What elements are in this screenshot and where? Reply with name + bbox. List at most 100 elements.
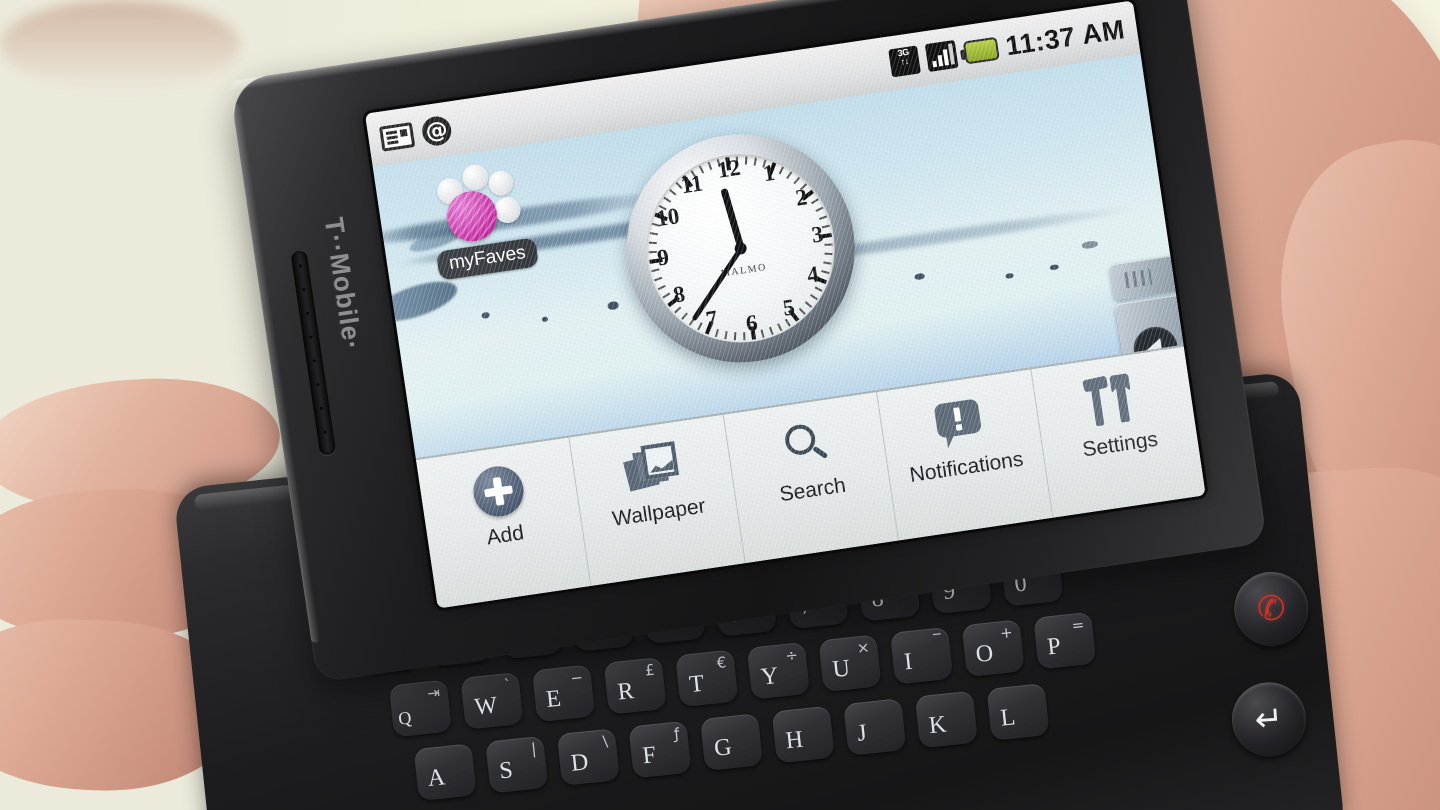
battery-full-icon: [962, 36, 1000, 64]
analog-clock-widget[interactable]: MALMO 1 2 3 4 5 6 7 8 9 10 11 12: [611, 118, 871, 378]
clock-numeral-9: 9: [655, 244, 671, 271]
key-O[interactable]: O +: [961, 619, 1025, 678]
clock-numeral-1: 1: [761, 160, 777, 187]
grip-lines-icon: [1124, 268, 1153, 289]
clock-numeral-7: 7: [704, 305, 720, 332]
back-arrow-icon: ↵: [1253, 698, 1285, 741]
key-main-label: T: [688, 670, 706, 699]
clock-tick: [819, 215, 828, 221]
speech-bubble-alert-icon: [931, 391, 989, 456]
key-main-label: L: [999, 704, 1017, 732]
key-E[interactable]: E −: [532, 664, 596, 723]
clock-tick: [669, 188, 677, 196]
key-A[interactable]: A: [413, 743, 477, 802]
myfaves-paw-icon[interactable]: [426, 158, 532, 249]
clock-numeral-11: 11: [679, 170, 705, 199]
ice-speck-1: [481, 311, 491, 319]
ice-speck-2: [541, 316, 549, 323]
key-main-label: O: [974, 640, 995, 668]
key-main-label: D: [569, 749, 590, 777]
clock-tick: [744, 156, 748, 165]
email-at-icon[interactable]: @: [420, 114, 454, 147]
key-Y[interactable]: Y ÷: [746, 641, 810, 700]
ice-speck-3: [607, 300, 620, 311]
menu-label-search: Search: [778, 473, 848, 507]
ice-speck-6: [914, 272, 926, 281]
key-main-label: H: [784, 726, 805, 755]
key-main-label: J: [856, 719, 869, 747]
clock-tick: [654, 276, 663, 282]
status-clock: 11:37 AM: [1003, 13, 1127, 61]
menu-item-settings[interactable]: Settings: [1031, 347, 1206, 518]
end-call-power-button[interactable]: ✆: [1231, 569, 1311, 649]
key-alt-label: `: [503, 675, 513, 695]
key-T[interactable]: T €: [675, 649, 739, 708]
key-main-label: W: [473, 692, 499, 721]
ice-speck-9: [1081, 240, 1099, 250]
clock-numeral-8: 8: [671, 281, 687, 308]
clock-numeral-4: 4: [805, 261, 821, 288]
clock-tick: [786, 171, 793, 179]
key-H[interactable]: H: [771, 705, 835, 764]
key-G[interactable]: G: [700, 713, 764, 771]
plus-circle-icon: [470, 459, 528, 524]
key-Q[interactable]: Q ⇥: [388, 679, 452, 738]
menu-item-add[interactable]: Add: [416, 437, 592, 609]
clock-tick: [681, 312, 688, 320]
key-main-label: K: [927, 711, 948, 740]
clock-tick: [810, 294, 818, 301]
clock-numeral-5: 5: [781, 293, 797, 321]
menu-label-wallpaper: Wallpaper: [610, 494, 708, 531]
key-alt-label: ÷: [784, 645, 799, 665]
hardware-buttons[interactable]: ✆ ↵: [1213, 555, 1391, 810]
photo-scene: 1!2@3#4$5%6^7&8*9(0) Q⇥W`E−R£T€Y÷U×I‾O+P…: [0, 0, 1440, 810]
key-P[interactable]: P =: [1033, 611, 1097, 670]
clock-numeral-6: 6: [744, 309, 760, 337]
menu-item-notifications[interactable]: Notifications: [877, 369, 1053, 541]
paw-dot-4: [492, 195, 523, 225]
key-D[interactable]: D \: [556, 728, 620, 787]
back-button[interactable]: ↵: [1229, 679, 1309, 759]
key-main-label: Y: [759, 662, 780, 691]
key-W[interactable]: W `: [460, 671, 524, 730]
ice-speck-8: [1049, 264, 1060, 271]
clock-tick: [768, 326, 774, 335]
key-alt-label: ×: [855, 638, 871, 658]
key-I[interactable]: I ‾: [890, 626, 954, 685]
clock-tick: [663, 196, 672, 203]
thumb-shadow: [0, 0, 240, 90]
clock-tick: [707, 161, 713, 171]
magnifier-icon: [778, 414, 834, 478]
key-alt-label: ‾: [932, 630, 942, 650]
menu-item-search[interactable]: Search: [723, 391, 900, 564]
ice-speck-7: [1005, 272, 1014, 279]
menu-item-wallpaper[interactable]: Wallpaper: [569, 414, 746, 586]
signal-bars-icon: [924, 39, 959, 73]
key-main-label: U: [831, 655, 852, 684]
clock-tick: [804, 301, 813, 308]
shortcut-myfaves[interactable]: myFaves: [414, 156, 549, 282]
key-L[interactable]: L: [986, 683, 1050, 741]
status-notifications[interactable]: @: [378, 114, 454, 153]
menu-label-add: Add: [485, 521, 526, 550]
key-main-label: G: [712, 734, 733, 762]
clock-tick: [648, 241, 657, 245]
hammer-wrench-icon: [1083, 368, 1145, 433]
key-alt-label: £: [644, 660, 656, 680]
key-alt-label: \: [601, 732, 609, 751]
key-alt-label: =: [1070, 615, 1086, 635]
key-F[interactable]: Fƒ: [628, 720, 692, 779]
end-call-icon: ✆: [1255, 588, 1287, 630]
key-S[interactable]: S |: [485, 735, 549, 794]
sms-envelope-icon[interactable]: [378, 121, 416, 152]
key-J[interactable]: J: [843, 698, 907, 756]
key-alt-label: ƒ: [673, 724, 681, 743]
menu-label-notifications: Notifications: [908, 447, 1025, 487]
key-R[interactable]: R £: [603, 656, 667, 715]
paw-dot-2: [460, 162, 491, 193]
key-U[interactable]: U ×: [818, 634, 882, 693]
network-3g-icon: 3G ↑↓: [888, 45, 921, 78]
key-main-label: A: [426, 764, 447, 792]
key-main-label: S: [498, 757, 515, 785]
key-K[interactable]: K: [914, 690, 978, 749]
